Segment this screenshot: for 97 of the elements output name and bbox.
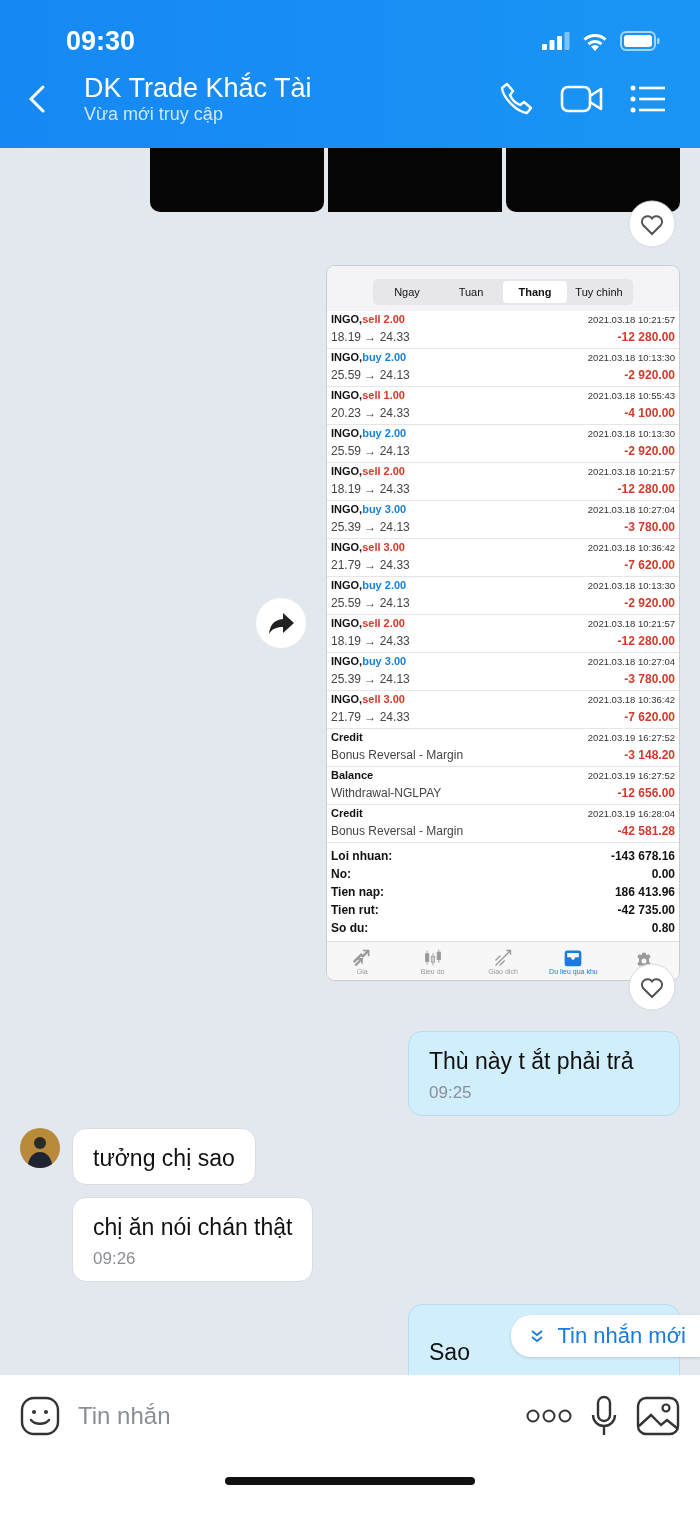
- trade-time: 2021.03.18 10:21:57: [587, 466, 675, 477]
- trade-detail: 21.79 → 24.33: [331, 558, 410, 572]
- trade-amount: -12 280.00: [617, 482, 675, 496]
- trade-amount: -4 100.00: [624, 406, 675, 420]
- candlestick-icon[interactable]: [422, 947, 443, 968]
- microphone-icon[interactable]: [590, 1395, 618, 1437]
- trade-amount: -7 620.00: [624, 558, 675, 572]
- trade-detail: 25.39 → 24.13: [331, 520, 410, 534]
- trade-title: INGO,buy 3.00: [331, 503, 407, 515]
- trade-detail: 18.19 → 24.33: [331, 634, 410, 648]
- trade-detail: Bonus Reversal - Margin: [331, 748, 464, 762]
- trade-title: INGO,sell 3.00: [331, 693, 405, 705]
- trade-amount: -42 581.28: [617, 824, 675, 838]
- summary-value: -42 735.00: [617, 902, 675, 919]
- trade-time: 2021.03.18 10:21:57: [587, 618, 675, 629]
- heart-reaction-icon[interactable]: [628, 963, 676, 1011]
- trade-title: Credit: [331, 731, 363, 743]
- trade-detail: 18.19 → 24.33: [331, 482, 410, 496]
- forward-icon[interactable]: [256, 598, 306, 648]
- trade-title: INGO,sell 2.00: [331, 465, 405, 477]
- trade-detail: 25.59 → 24.13: [331, 368, 410, 382]
- summary-value: 0.80: [651, 920, 675, 937]
- trade-amount: -3 148.20: [624, 748, 675, 762]
- trade-time: 2021.03.18 10:55:43: [587, 390, 675, 401]
- phone-icon[interactable]: [498, 80, 534, 117]
- wifi-icon: [582, 31, 608, 51]
- trade-time: 2021.03.18 10:13:30: [587, 580, 675, 591]
- period-label: Tuan: [457, 285, 485, 300]
- trade-time: 2021.03.18 10:27:04: [587, 504, 675, 515]
- trade-detail: Bonus Reversal - Margin: [331, 824, 464, 838]
- trade-title: Balance: [331, 769, 374, 781]
- last-seen-status: Vừa mới truy cập: [84, 104, 224, 125]
- message-text: Sao: [429, 1339, 471, 1366]
- trade-amount: -3 780.00: [624, 672, 675, 686]
- message-input-field[interactable]: Tin nhắn: [78, 1402, 508, 1430]
- trade-title: INGO,buy 2.00: [331, 351, 407, 363]
- trend-icon[interactable]: [493, 947, 513, 968]
- trade-time: 2021.03.19 16:27:52: [587, 732, 675, 743]
- new-messages-button[interactable]: Tin nhắn mới: [511, 1315, 700, 1357]
- trade-title: Credit: [331, 807, 363, 819]
- trade-amount: -12 280.00: [617, 634, 675, 648]
- trade-detail: 21.79 → 24.33: [331, 710, 410, 724]
- more-icon[interactable]: [526, 1408, 572, 1424]
- heart-reaction-icon[interactable]: [628, 200, 676, 248]
- summary-label: No:: [331, 866, 351, 883]
- image-icon[interactable]: [636, 1396, 680, 1436]
- signal-icon: [542, 32, 570, 50]
- sticker-icon[interactable]: [20, 1396, 60, 1436]
- contact-name: DK Trade Khắc Tài: [84, 72, 313, 104]
- trade-title: INGO,sell 2.00: [331, 617, 405, 629]
- message-text: Thù này t ắt phải trả: [429, 1048, 635, 1075]
- trade-detail: 25.59 → 24.13: [331, 596, 410, 610]
- trade-amount: -2 920.00: [624, 596, 675, 610]
- trade-detail: 20.23 → 24.33: [331, 406, 410, 420]
- summary-label: Tien rut:: [331, 902, 379, 919]
- summary-label: Loi nhuan:: [331, 848, 393, 865]
- arrows-icon[interactable]: [352, 947, 373, 968]
- trade-title: INGO,sell 1.00: [331, 389, 405, 401]
- message-text: chị ăn nói chán thật: [93, 1214, 293, 1241]
- battery-icon: [620, 31, 660, 51]
- trade-title: INGO,buy 2.00: [331, 579, 407, 591]
- menu-icon[interactable]: [630, 83, 666, 114]
- trade-amount: -2 920.00: [624, 368, 675, 382]
- back-icon[interactable]: [28, 83, 46, 114]
- trade-title: INGO,buy 3.00: [331, 655, 407, 667]
- trade-amount: -7 620.00: [624, 710, 675, 724]
- trade-time: 2021.03.18 10:21:57: [587, 314, 675, 325]
- trade-detail: 25.59 → 24.13: [331, 444, 410, 458]
- trade-detail: 18.19 → 24.33: [331, 330, 410, 344]
- avatar[interactable]: [20, 1128, 60, 1168]
- trade-title: INGO,buy 2.00: [331, 427, 407, 439]
- summary-value: 186 413.96: [614, 884, 675, 901]
- summary-value: -143 678.16: [610, 848, 675, 865]
- trade-time: 2021.03.19 16:27:52: [587, 770, 675, 781]
- period-label: Ngay: [393, 285, 421, 300]
- trade-time: 2021.03.18 10:36:42: [587, 542, 675, 553]
- summary-label: So du:: [331, 920, 369, 937]
- summary-value: 0.00: [651, 866, 675, 883]
- period-label: Tuy chinh: [574, 285, 624, 300]
- trade-amount: -12 280.00: [617, 330, 675, 344]
- message-time: 09:25: [429, 1083, 473, 1103]
- trade-title: INGO,sell 3.00: [331, 541, 405, 553]
- message-time: 09:26: [93, 1249, 137, 1269]
- trade-time: 2021.03.19 16:28:04: [587, 808, 675, 819]
- message-text: tưởng chị sao: [93, 1145, 235, 1172]
- trade-time: 2021.03.18 10:13:30: [587, 352, 675, 363]
- status-time: 09:30: [66, 25, 136, 57]
- trade-amount: -3 780.00: [624, 520, 675, 534]
- trade-detail: Withdrawal-NGLPAY: [331, 786, 442, 800]
- trade-title: INGO,sell 2.00: [331, 313, 405, 325]
- summary-label: Tien nap:: [331, 884, 385, 901]
- trade-time: 2021.03.18 10:13:30: [587, 428, 675, 439]
- trade-time: 2021.03.18 10:27:04: [587, 656, 675, 667]
- trade-amount: -2 920.00: [624, 444, 675, 458]
- trade-detail: 25.39 → 24.13: [331, 672, 410, 686]
- trade-amount: -12 656.00: [617, 786, 675, 800]
- trade-time: 2021.03.18 10:36:42: [587, 694, 675, 705]
